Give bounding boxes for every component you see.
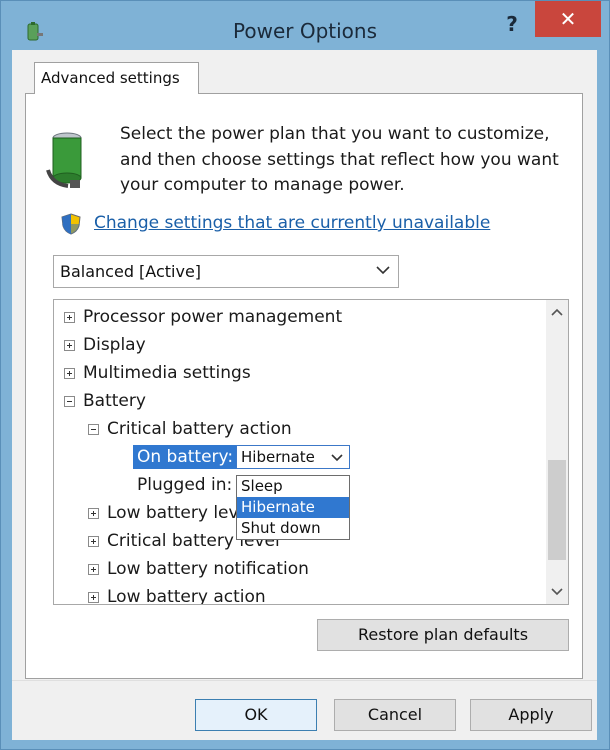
expand-icon[interactable] — [64, 312, 75, 323]
tree-item-display[interactable]: Display — [64, 333, 146, 357]
dropdown-option-sleep[interactable]: Sleep — [237, 476, 349, 497]
ok-button[interactable]: OK — [195, 699, 317, 731]
tree-item-label: Critical battery action — [107, 419, 292, 439]
close-button[interactable]: ✕ — [535, 1, 601, 37]
tree-item-low-battery-action[interactable]: Low battery action — [88, 585, 266, 605]
collapse-icon[interactable] — [64, 396, 75, 407]
expand-icon[interactable] — [64, 368, 75, 379]
intro-line-1: Select the power plan that you want to c… — [120, 124, 550, 144]
tree-item-battery[interactable]: Battery — [64, 389, 146, 413]
apply-button[interactable]: Apply — [470, 699, 592, 731]
expand-icon[interactable] — [88, 564, 99, 575]
tree-item-label: Display — [83, 335, 146, 355]
on-battery-select[interactable]: Hibernate — [236, 445, 350, 469]
restore-plan-defaults-button[interactable]: Restore plan defaults — [317, 619, 569, 651]
tree-item-multimedia[interactable]: Multimedia settings — [64, 361, 251, 385]
tree-item-label: Processor power management — [83, 307, 343, 327]
settings-tree[interactable]: Processor power management Display Multi… — [53, 299, 569, 605]
dropdown-option-shut-down[interactable]: Shut down — [237, 518, 349, 539]
tree-item-label: Low battery notification — [107, 559, 309, 579]
footer-divider — [12, 680, 597, 681]
scroll-up-icon[interactable] — [546, 302, 568, 324]
tab-advanced-settings[interactable]: Advanced settings — [34, 62, 199, 94]
tree-item-label: Low battery lev — [107, 503, 239, 523]
collapse-icon[interactable] — [88, 424, 99, 435]
dialog-client-area: Advanced settings Select the power plan … — [12, 50, 597, 740]
battery-plug-icon — [46, 132, 82, 188]
uac-shield-icon — [61, 213, 81, 235]
power-plan-value: Balanced [Active] — [60, 262, 202, 281]
on-battery-value: Hibernate — [241, 448, 315, 466]
expand-icon[interactable] — [88, 592, 99, 603]
tree-item-label: Low battery action — [107, 587, 266, 605]
intro-text: Select the power plan that you want to c… — [120, 122, 560, 199]
intro-line-2: and then choose settings that reflect ho… — [120, 149, 559, 170]
chevron-down-icon — [376, 266, 390, 275]
tree-item-critical-battery-action[interactable]: Critical battery action — [88, 417, 292, 441]
dropdown-option-hibernate[interactable]: Hibernate — [237, 497, 349, 518]
tree-item-low-battery-level[interactable]: Low battery lev — [88, 501, 239, 525]
power-options-window: Power Options ? ✕ Advanced settings Sele… — [0, 0, 610, 750]
tree-item-label: Battery — [83, 391, 146, 411]
tree-scrollbar[interactable] — [546, 300, 568, 604]
help-button[interactable]: ? — [495, 9, 529, 39]
on-battery-label[interactable]: On battery: — [133, 445, 238, 469]
cancel-button[interactable]: Cancel — [334, 699, 456, 731]
expand-icon[interactable] — [64, 340, 75, 351]
expand-icon[interactable] — [88, 508, 99, 519]
power-plan-select[interactable]: Balanced [Active] — [53, 255, 399, 288]
change-settings-link[interactable]: Change settings that are currently unava… — [94, 213, 490, 233]
tree-item-processor[interactable]: Processor power management — [64, 305, 342, 329]
on-battery-dropdown-list[interactable]: Sleep Hibernate Shut down — [236, 475, 350, 540]
chevron-down-icon — [331, 454, 343, 462]
scroll-down-icon[interactable] — [546, 580, 568, 602]
expand-icon[interactable] — [88, 536, 99, 547]
tree-item-label: Multimedia settings — [83, 363, 251, 383]
scroll-thumb[interactable] — [548, 460, 566, 560]
tree-item-low-battery-notification[interactable]: Low battery notification — [88, 557, 309, 581]
plugged-in-label[interactable]: Plugged in: — [137, 473, 232, 497]
intro-line-3: your computer to manage power. — [120, 175, 405, 195]
